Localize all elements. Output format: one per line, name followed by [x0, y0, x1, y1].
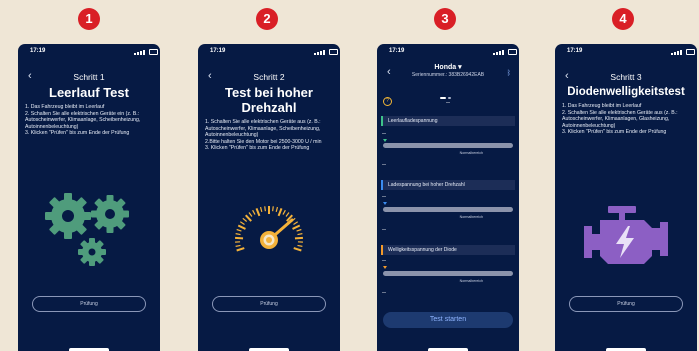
step-title: Schritt 3	[610, 72, 642, 82]
top-value: --	[446, 100, 450, 106]
tachometer-tick	[236, 247, 245, 252]
phone-screen-dashboard: 17:19 ‹ Honda ▾ Seriennummer.: 383B26942…	[377, 44, 519, 351]
status-bar: 17:19	[555, 47, 697, 57]
signal-icon	[134, 49, 150, 55]
tachometer-tick	[237, 224, 246, 230]
battery-icon	[686, 49, 695, 55]
section-header: Ladespannung bei hoher Drehzahl	[381, 180, 515, 190]
tachometer-icon	[235, 206, 303, 252]
range-track	[383, 207, 513, 212]
page-title: Leerlauf Test	[49, 85, 129, 100]
normal-range-label: Normalbereich	[459, 279, 483, 283]
bluetooth-icon[interactable]: ᛒ	[507, 70, 511, 77]
serial-number: Seriennummer.: 383B26942EAB	[411, 72, 485, 78]
tachometer-tick	[297, 233, 303, 236]
instructions-text: 1. Schalten Sie alle elektrischen Geräte…	[205, 119, 322, 151]
tachometer-tick	[259, 206, 263, 213]
tachometer-tick	[248, 212, 253, 217]
tachometer-tick	[296, 228, 302, 232]
tachometer-tick	[285, 212, 290, 217]
tachometer-tick	[293, 221, 299, 225]
value-top: --	[382, 131, 386, 137]
step-title: Schritt 2	[253, 72, 285, 82]
page-title: Diodenwelligkeitstest	[567, 86, 685, 98]
value-bottom: --	[382, 290, 386, 296]
instructions-text: 1. Das Fahrzeug bleibt im Leerlauf 2. Sc…	[562, 103, 678, 135]
status-time: 17:19	[30, 48, 46, 54]
status-time: 17:19	[567, 48, 583, 54]
indicator-marker	[383, 266, 387, 269]
range-track	[383, 271, 513, 276]
tachometer-tick	[264, 206, 266, 212]
phone-screen-diode: 17:19 ‹ Schritt 3 Diodenwelligkeitstest …	[555, 44, 697, 351]
step-badge-1: 1	[78, 8, 100, 30]
tachometer-tick	[239, 221, 245, 225]
battery-icon	[508, 49, 517, 55]
tachometer-tick	[255, 208, 261, 217]
pruefung-button[interactable]: Prüfung	[569, 296, 683, 312]
signal-icon	[671, 49, 687, 55]
signal-icon	[314, 49, 330, 55]
tachometer-tick	[252, 209, 256, 215]
indicator-marker	[383, 139, 387, 142]
vehicle-header[interactable]: Honda ▾ Seriennummer.: 383B26942EAB	[377, 63, 519, 78]
tachometer-tick	[244, 214, 252, 222]
step-badge-3: 3	[434, 8, 456, 30]
tachometer-tick	[236, 228, 242, 232]
value-top: --	[382, 194, 386, 200]
pruefung-button[interactable]: Prüfung	[212, 296, 326, 312]
vehicle-brand-select[interactable]: Honda ▾	[377, 63, 519, 71]
tachometer-tick	[235, 233, 241, 236]
value-top: --	[382, 258, 386, 264]
step-title: Schritt 1	[73, 72, 105, 82]
status-bar: 17:19	[377, 47, 519, 57]
tachometer-tick	[275, 206, 279, 213]
tachometer-tick	[242, 217, 248, 222]
status-bar: 17:19	[18, 47, 160, 57]
page-title: Test bei hoher Drehzahl	[225, 85, 313, 115]
phone-screen-drehzahl: 17:19 ‹ Schritt 2 Test bei hoher Drehzah…	[198, 44, 340, 351]
value-bottom: --	[382, 162, 386, 168]
battery-icon	[329, 49, 338, 55]
section-header: Welligkeitsspannung der Diode	[381, 245, 515, 255]
tachometer-tick	[297, 244, 303, 247]
battery-icon	[149, 49, 158, 55]
value-bottom: --	[382, 227, 386, 233]
pruefung-button[interactable]: Prüfung	[32, 296, 146, 312]
normal-range-label: Normalbereich	[459, 215, 483, 219]
status-bar: 17:19	[198, 47, 340, 57]
tachometer-tick	[272, 206, 274, 212]
indicator-marker	[383, 202, 387, 205]
engine-lightning-icon	[584, 206, 668, 264]
tachometer-tick	[235, 236, 244, 240]
status-time: 17:19	[210, 48, 226, 54]
tachometer-tick	[294, 236, 303, 240]
start-test-button[interactable]: Test starten	[383, 312, 513, 328]
gears-icon	[45, 193, 129, 266]
normal-range-label: Normalbereich	[459, 151, 483, 155]
tachometer-tick	[235, 244, 241, 247]
step-badge-2: 2	[256, 8, 278, 30]
step-badge-4: 4	[612, 8, 634, 30]
section-header: Leerlaufladespannung	[381, 116, 515, 126]
tachometer-tick	[282, 209, 286, 215]
status-time: 17:19	[389, 48, 405, 54]
tachometer-tick	[277, 208, 283, 217]
range-track	[383, 143, 513, 148]
tachometer-tick	[292, 224, 301, 230]
signal-icon	[493, 49, 509, 55]
phone-screen-leerlauf: 17:19 ‹ Schritt 1 Leerlauf Test 1. Das F…	[18, 44, 160, 351]
tachometer-tick	[293, 247, 302, 252]
instructions-text: 1. Das Fahrzeug bleibt im Leerlauf 2. Sc…	[25, 104, 141, 136]
